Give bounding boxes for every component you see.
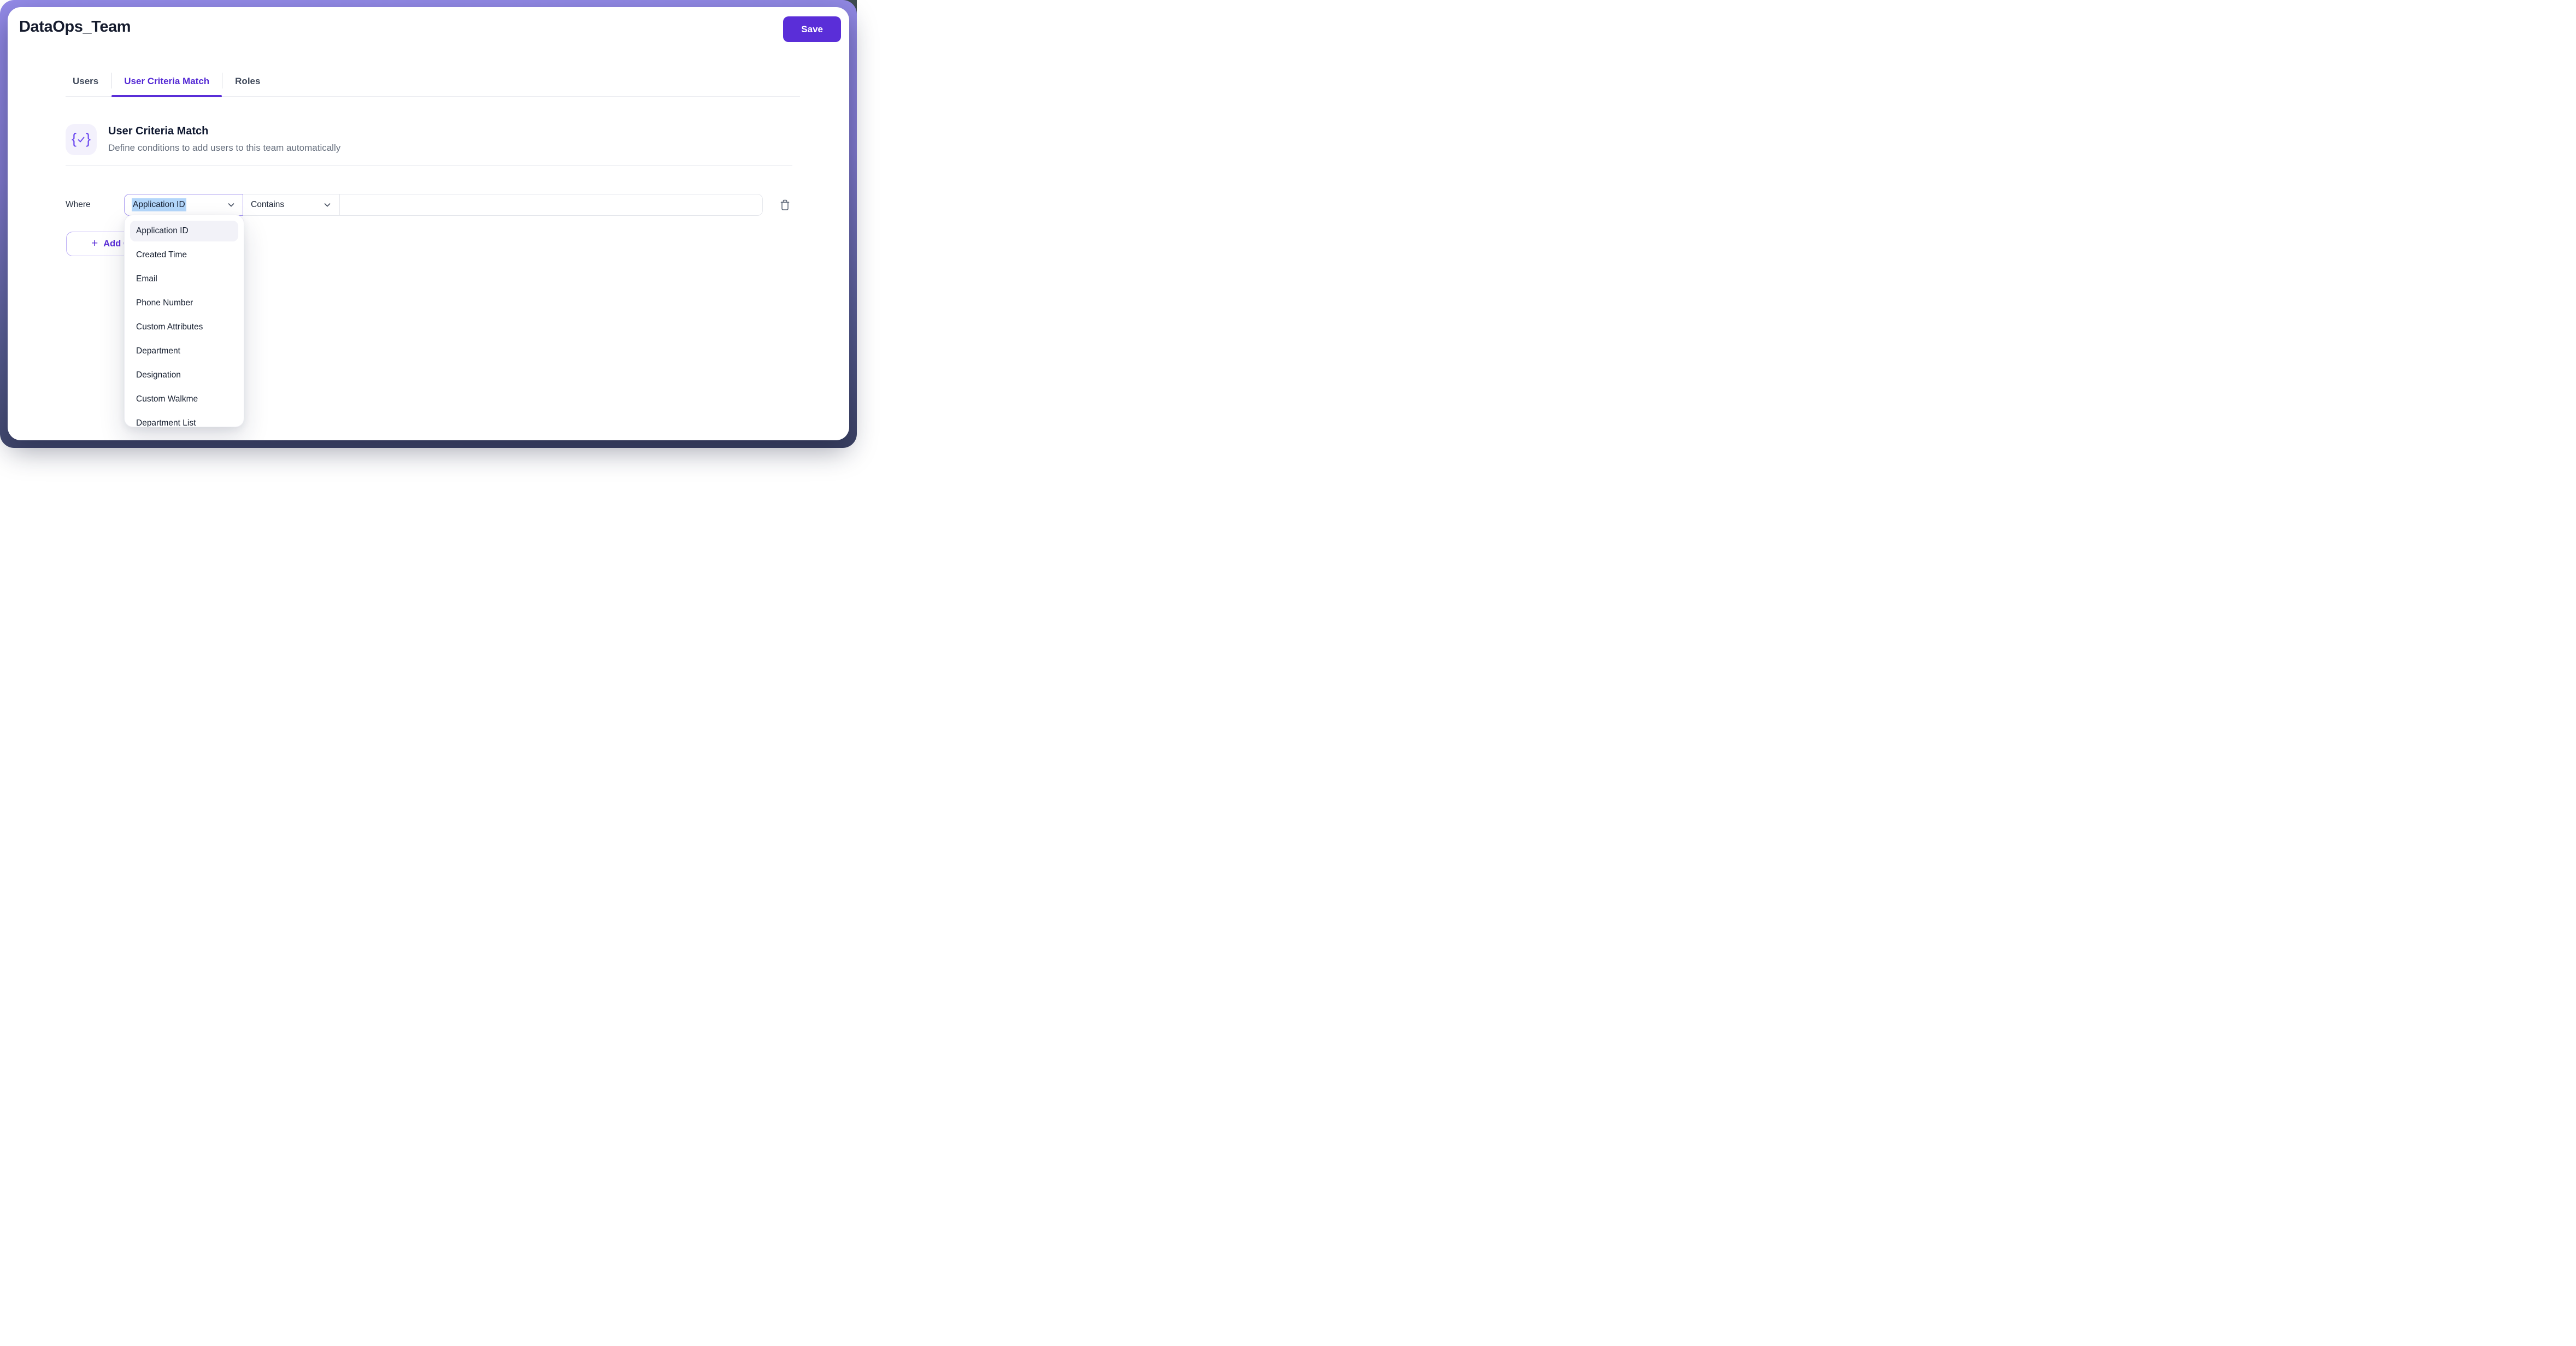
dropdown-item-created-time[interactable]: Created Time: [130, 245, 238, 265]
tab-users[interactable]: Users: [66, 70, 111, 96]
criteria-value-input[interactable]: [339, 194, 763, 216]
tab-bar: UsersUser Criteria MatchRoles: [66, 70, 800, 97]
team-settings-card: DataOps_Team Save UsersUser Criteria Mat…: [8, 7, 849, 440]
trash-icon: [779, 199, 791, 211]
card-header: DataOps_Team Save: [8, 7, 849, 42]
dropdown-item-email[interactable]: Email: [130, 269, 238, 290]
dropdown-item-department-list[interactable]: Department List: [130, 413, 238, 427]
save-button[interactable]: Save: [783, 16, 841, 42]
dropdown-item-phone-number[interactable]: Phone Number: [130, 293, 238, 314]
dropdown-item-designation[interactable]: Designation: [130, 365, 238, 386]
field-select-value: Application ID: [132, 198, 186, 211]
tab-roles[interactable]: Roles: [222, 70, 273, 96]
delete-condition-button[interactable]: [777, 197, 792, 213]
criteria-row: Where Application ID Contains: [66, 194, 792, 216]
where-label: Where: [66, 200, 124, 210]
section-subtitle: Define conditions to add users to this t…: [108, 143, 340, 154]
dropdown-item-custom-walkme[interactable]: Custom Walkme: [130, 389, 238, 410]
section-title: User Criteria Match: [108, 125, 340, 138]
field-dropdown-menu: Application ID Created Time Email Phone Num…: [124, 215, 244, 427]
chevron-down-icon: [323, 200, 332, 209]
plus-icon: +: [91, 238, 98, 249]
operator-select-value: Contains: [251, 200, 284, 210]
check-glyph: [77, 135, 85, 144]
field-select[interactable]: Application ID: [124, 194, 243, 216]
chevron-down-icon: [227, 200, 236, 209]
tab-user-criteria-match[interactable]: User Criteria Match: [111, 70, 222, 96]
gradient-frame: DataOps_Team Save UsersUser Criteria Mat…: [0, 0, 857, 448]
braces-check-icon: { }: [66, 124, 97, 155]
dropdown-item-department[interactable]: Department: [130, 341, 238, 362]
page-title: DataOps_Team: [19, 16, 131, 37]
operator-select[interactable]: Contains: [243, 194, 340, 216]
screen: DataOps_Team Save UsersUser Criteria Mat…: [0, 0, 857, 448]
dropdown-item-custom-attributes[interactable]: Custom Attributes: [130, 317, 238, 338]
section-header: { } User Criteria Match Define condition…: [66, 124, 792, 166]
dropdown-item-application-id[interactable]: Application ID: [130, 221, 238, 241]
